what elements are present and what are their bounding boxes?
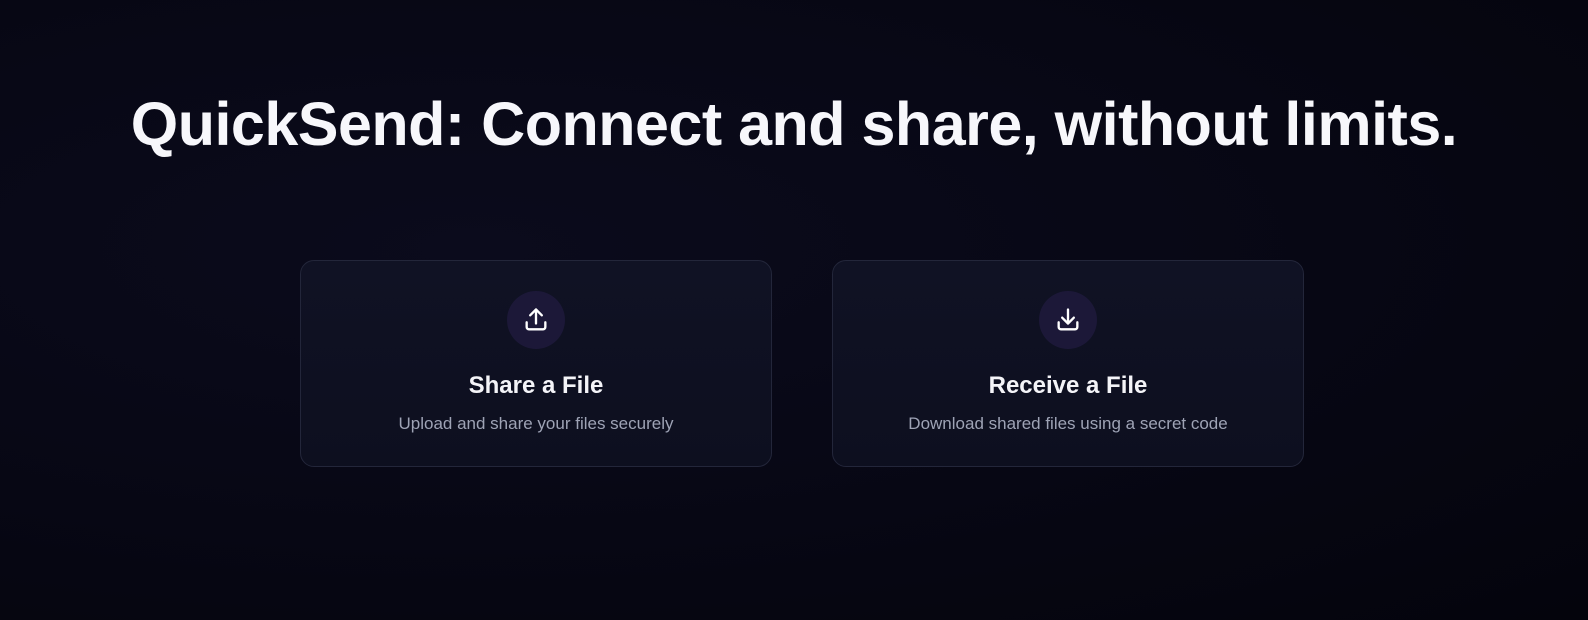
upload-icon	[507, 291, 565, 349]
receive-file-description: Download shared files using a secret cod…	[908, 414, 1228, 433]
share-file-card[interactable]: Share a File Upload and share your files…	[300, 260, 772, 467]
share-file-description: Upload and share your files securely	[398, 414, 674, 433]
action-cards: Share a File Upload and share your files…	[300, 260, 1304, 467]
receive-file-title: Receive a File	[988, 372, 1148, 399]
download-icon	[1039, 291, 1097, 349]
share-file-title: Share a File	[468, 372, 604, 399]
receive-file-card[interactable]: Receive a File Download shared files usi…	[832, 260, 1304, 467]
hero-title: QuickSend: Connect and share, without li…	[130, 90, 1458, 158]
